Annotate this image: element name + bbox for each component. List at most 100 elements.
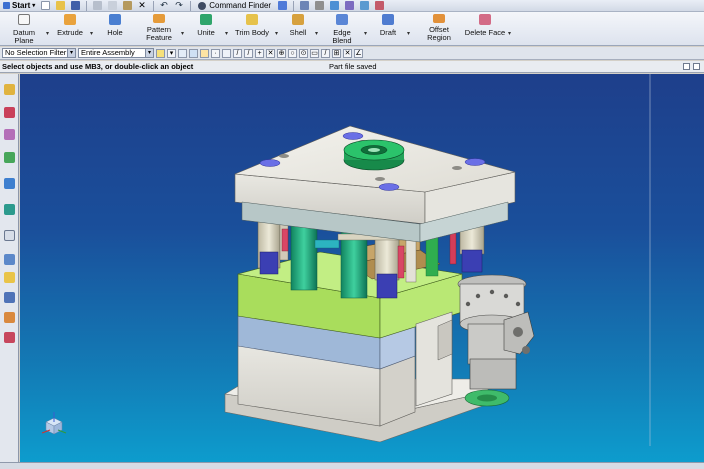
locating-ring	[343, 139, 405, 171]
delete-face-button[interactable]: Delete Face	[463, 14, 507, 37]
copy-icon[interactable]	[108, 1, 118, 10]
chevron-down-icon: ▾	[67, 49, 75, 57]
measure-icon[interactable]	[375, 1, 385, 10]
draft-button[interactable]: Draft	[373, 14, 403, 37]
cut-icon[interactable]	[93, 1, 103, 10]
snap-options-icon[interactable]: ▾	[167, 48, 176, 58]
open-icon[interactable]	[56, 1, 66, 10]
shell-dropdown[interactable]: ▾	[315, 30, 318, 37]
close-icon[interactable]	[693, 63, 700, 70]
delete-face-label: Delete Face	[464, 28, 506, 37]
command-finder[interactable]: Command Finder	[198, 1, 271, 10]
separator	[153, 0, 155, 11]
unite-icon	[200, 14, 212, 25]
extrude-icon	[64, 14, 76, 25]
separator	[293, 0, 295, 11]
redo-icon[interactable]: ↷	[175, 1, 184, 10]
start-button[interactable]: Start ▾	[0, 0, 38, 12]
snap-quadrant-icon[interactable]: ○	[288, 48, 297, 58]
delete-face-dropdown[interactable]: ▾	[508, 30, 511, 37]
pattern-feature-button[interactable]: Pattern Feature	[143, 14, 175, 42]
datum-plane-button[interactable]: Datum Plane	[4, 14, 44, 45]
snap-cross-icon[interactable]: ✕	[343, 48, 352, 58]
draft-label: Draft	[379, 28, 397, 37]
unite-dropdown[interactable]: ▾	[225, 30, 228, 37]
datum-plane-dropdown[interactable]: ▾	[46, 30, 49, 37]
hole-label: Hole	[107, 28, 123, 37]
draft-dropdown[interactable]: ▾	[407, 30, 410, 37]
paste-icon[interactable]	[123, 1, 133, 10]
new-icon[interactable]	[41, 1, 51, 10]
process-studio-icon[interactable]	[4, 272, 15, 283]
trim-body-icon	[246, 14, 258, 25]
snap-existing-icon[interactable]: ⊙	[299, 48, 308, 58]
fit-icon[interactable]	[330, 1, 340, 10]
system-scenes-icon[interactable]	[4, 332, 15, 343]
part-navigator-icon[interactable]	[4, 129, 15, 140]
snap-on-face-icon[interactable]: /	[321, 48, 330, 58]
snap-curve-icon[interactable]: ·	[211, 48, 220, 58]
web-browser-icon[interactable]	[4, 204, 15, 215]
cue-prompt: Select objects and use MB3, or double-cl…	[2, 62, 194, 71]
datum-plane-icon	[18, 14, 30, 25]
system-materials-icon[interactable]	[4, 254, 15, 265]
window-icon[interactable]	[278, 1, 288, 10]
reuse-library-icon[interactable]	[4, 152, 15, 163]
snap-angle-icon[interactable]: ∠	[354, 48, 363, 58]
roles-icon[interactable]	[4, 312, 15, 323]
delete-face-icon	[479, 14, 491, 25]
unite-button[interactable]: Unite	[190, 14, 222, 37]
pattern-feature-label-2: Feature	[146, 33, 172, 42]
history-icon[interactable]	[4, 230, 15, 241]
snap-endpoint-icon[interactable]: /	[233, 48, 242, 58]
pattern-feature-dropdown[interactable]: ▾	[181, 30, 184, 37]
mold-assembly-model[interactable]	[20, 74, 704, 462]
snap-point-icon[interactable]	[222, 48, 231, 58]
extrude-dropdown[interactable]: ▾	[90, 30, 93, 37]
datum-plane-label: Datum Plane	[12, 28, 36, 45]
snap-body-icon[interactable]	[189, 48, 198, 58]
unite-label: Unite	[197, 28, 215, 37]
save-icon[interactable]	[71, 1, 81, 10]
trim-body-dropdown[interactable]: ▾	[275, 30, 278, 37]
offset-region-button[interactable]: Offset Region	[423, 14, 455, 42]
snap-bounded-icon[interactable]: ⊞	[332, 48, 341, 58]
selection-filter-value: No Selection Filter	[5, 48, 67, 57]
edge-blend-button[interactable]: Edge Blend	[323, 14, 361, 45]
shell-label: Shell	[289, 28, 307, 37]
snap-face-icon[interactable]	[178, 48, 187, 58]
view-icon[interactable]	[300, 1, 310, 10]
restore-icon[interactable]	[683, 63, 690, 70]
render-icon[interactable]	[315, 1, 325, 10]
extrude-label: Extrude	[57, 28, 83, 37]
assembly-scope-select[interactable]: Entire Assembly ▾	[78, 48, 154, 58]
graphics-window[interactable]	[20, 74, 704, 462]
snap-select-icon[interactable]	[156, 48, 165, 58]
assembly-navigator-icon[interactable]	[4, 84, 15, 95]
selection-bar: No Selection Filter ▾ Entire Assembly ▾ …	[0, 47, 704, 60]
snap-arc-center-icon[interactable]: ⊕	[277, 48, 286, 58]
selection-filter-select[interactable]: No Selection Filter ▾	[2, 48, 76, 58]
constraint-navigator-icon[interactable]	[4, 107, 15, 118]
edge-blend-label: Edge Blend	[332, 28, 352, 45]
snap-midpoint-icon[interactable]: /	[244, 48, 253, 58]
snap-control-icon[interactable]: +	[255, 48, 264, 58]
separator	[86, 0, 88, 11]
manufacturing-wizard-icon[interactable]	[4, 292, 15, 303]
snap-edge-icon[interactable]	[200, 48, 209, 58]
extrude-button[interactable]: Extrude	[52, 14, 88, 37]
trim-body-button[interactable]: Trim Body	[234, 14, 270, 37]
orient-icon[interactable]	[360, 1, 370, 10]
snap-intersection-icon[interactable]: ✕	[266, 48, 275, 58]
edge-blend-dropdown[interactable]: ▾	[364, 30, 367, 37]
shell-icon	[292, 14, 304, 25]
layer-icon[interactable]	[345, 1, 355, 10]
shell-button[interactable]: Shell	[284, 14, 312, 37]
delete-icon[interactable]: ✕	[138, 1, 147, 10]
hole-button[interactable]: Hole	[100, 14, 130, 37]
start-label: Start	[12, 1, 31, 10]
undo-icon[interactable]: ↶	[160, 1, 169, 10]
resource-bar	[0, 74, 19, 462]
hd3d-tools-icon[interactable]	[4, 178, 15, 189]
snap-on-curve-icon[interactable]: ▭	[310, 48, 319, 58]
